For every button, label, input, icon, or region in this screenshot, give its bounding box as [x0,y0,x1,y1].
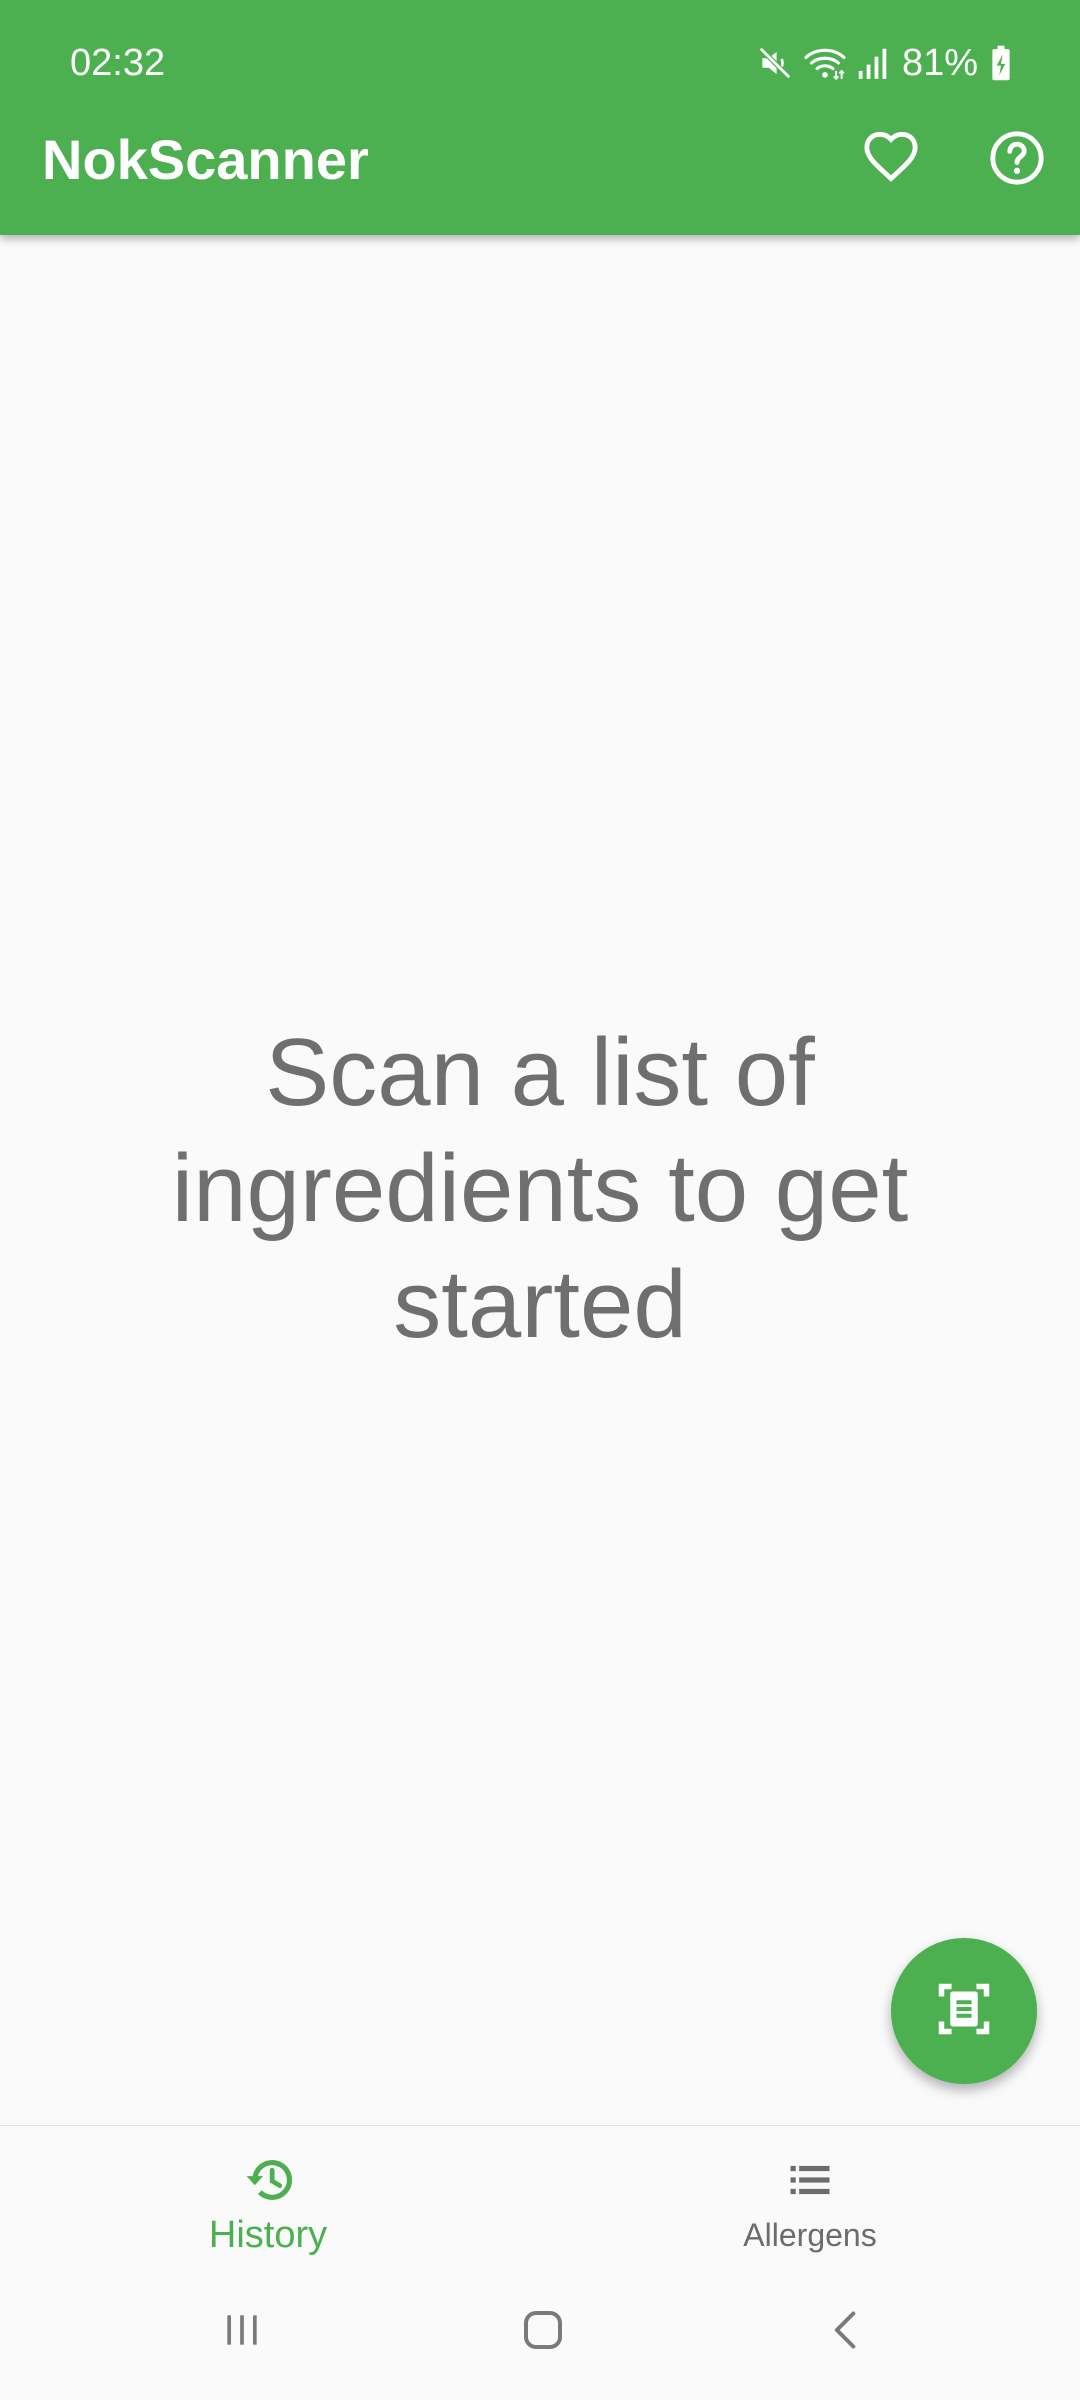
list-icon [784,2154,836,2211]
help-circle-icon [988,129,1046,192]
status-bar: 02:32 81% [0,0,1080,125]
mute-icon [756,44,794,82]
favorites-button[interactable] [851,125,931,195]
main-content: Scan a list of ingredients to get starte… [0,235,1080,2125]
recents-icon [220,2308,264,2357]
back-button[interactable] [786,2265,906,2400]
nav-label-history: History [208,2214,328,2256]
bottom-navigation: History Allergens [0,2125,1080,2266]
nav-item-allergens[interactable]: Allergens [540,2126,1080,2266]
status-time: 02:32 [70,42,166,84]
wifi-icon [802,44,848,82]
empty-state-message: Scan a list of ingredients to get starte… [171,1019,909,1358]
nav-item-history[interactable]: History [0,2126,540,2266]
back-icon [824,2306,868,2359]
home-icon [519,2306,567,2359]
help-button[interactable] [977,125,1057,195]
app-title: NokScanner [42,128,369,191]
recents-button[interactable] [182,2265,302,2400]
heart-icon [862,129,920,192]
history-icon [241,2154,299,2211]
scan-button[interactable] [891,1938,1037,2084]
document-scanner-icon [934,1979,994,2044]
app-screen: 02:32 81% NokScanner Scan a list of ingr… [0,0,1080,2400]
battery-charging-icon [990,44,1012,82]
top-bar: 02:32 81% NokScanner [0,0,1080,235]
nav-label-allergens: Allergens [743,2217,877,2253]
status-icons: 81% [756,38,1012,88]
home-button[interactable] [483,2265,603,2400]
system-navigation-bar [0,2265,1080,2400]
battery-percent: 81% [901,42,978,84]
app-bar: NokScanner [0,125,1080,235]
signal-icon [856,44,890,82]
